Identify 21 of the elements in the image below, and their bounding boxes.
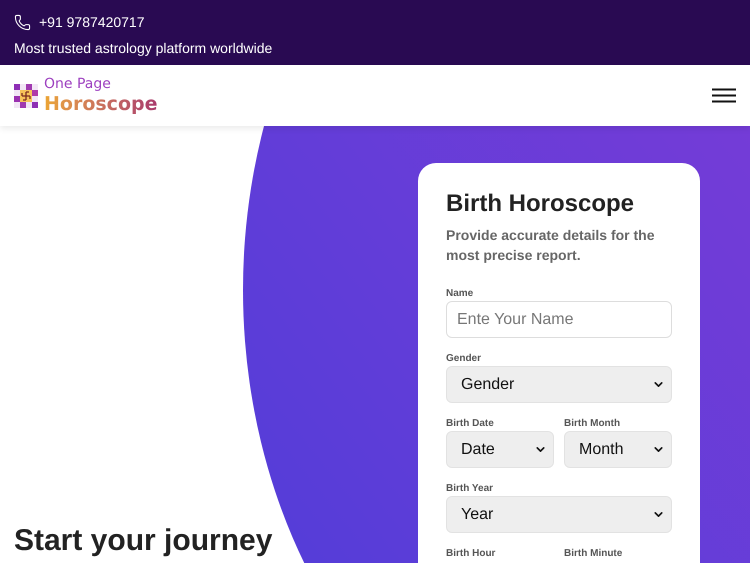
- tagline: Most trusted astrology platform worldwide: [14, 39, 274, 58]
- menu-icon[interactable]: [712, 88, 736, 103]
- logo-text: One Page: [44, 76, 112, 93]
- phone-number[interactable]: +91 9787420717: [39, 12, 144, 33]
- dropdown-select[interactable]: Date: [446, 431, 554, 468]
- field-label: Gender: [446, 352, 482, 365]
- field-label: Birth Month: [564, 417, 622, 430]
- field-label: Name: [446, 287, 474, 300]
- field-label: Birth Year: [446, 482, 494, 495]
- field-label: Birth Date: [446, 417, 495, 430]
- phone-icon: [14, 14, 31, 31]
- name-input[interactable]: Ente Your Name: [446, 301, 672, 338]
- form-title: Birth Horoscope: [446, 189, 636, 219]
- form-subtitle: Provide accurate details for the most precise report.: [446, 226, 656, 265]
- hero-headline: Start your journey: [14, 523, 272, 559]
- dropdown-select[interactable]: Gender: [446, 366, 672, 403]
- dropdown-select[interactable]: Year: [446, 496, 672, 533]
- logo-text: Horoscope: [44, 93, 158, 115]
- field-label: Birth Hour: [446, 547, 496, 560]
- field-label: Birth Minute: [564, 547, 624, 560]
- dropdown-select[interactable]: Month: [564, 431, 672, 468]
